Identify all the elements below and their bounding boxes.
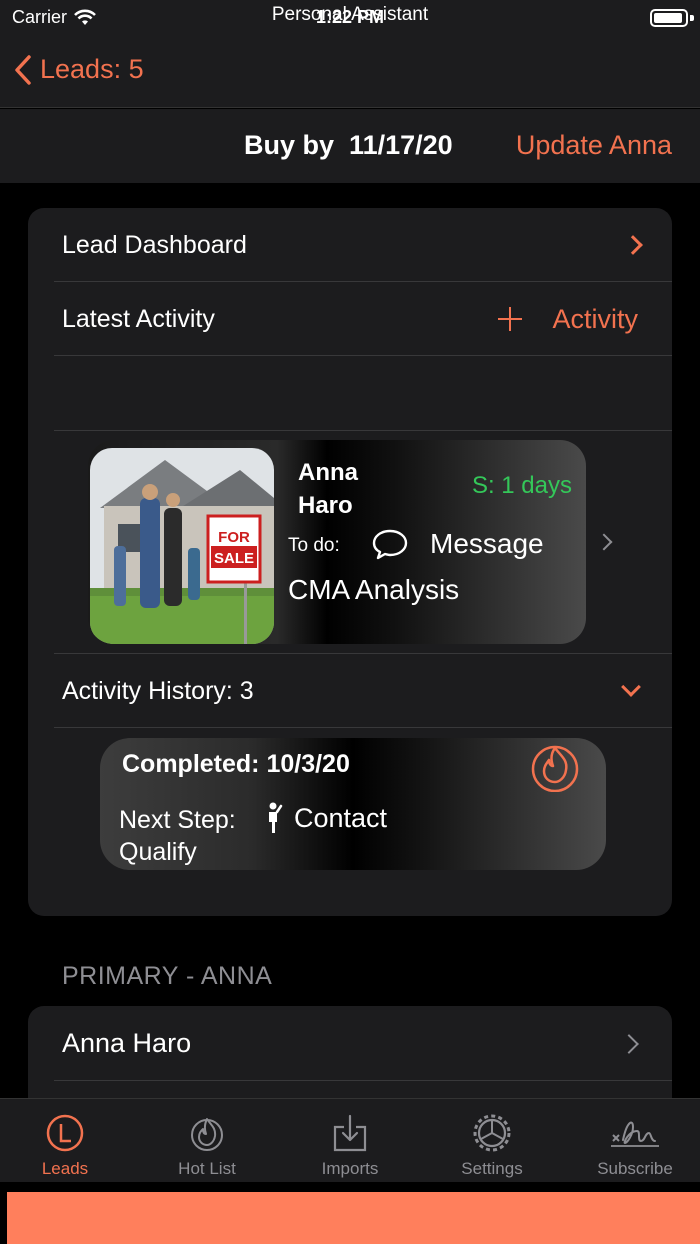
lead-name: Anna Haro	[298, 456, 358, 522]
todo-action: Message	[372, 528, 544, 560]
signature-icon	[611, 1121, 659, 1147]
lead-dashboard-row[interactable]: Lead Dashboard	[28, 208, 672, 282]
section-header: PRIMARY - ANNA	[62, 962, 273, 990]
tab-label: Leads	[41, 1159, 89, 1178]
tab-imports[interactable]: Imports	[285, 1113, 415, 1179]
personal-assistant-label: Personal Assistant	[271, 4, 429, 25]
divider	[54, 1080, 672, 1081]
message-bubble-icon	[372, 529, 408, 560]
tab-label: Subscribe	[597, 1159, 673, 1178]
chevron-down-icon	[621, 677, 641, 697]
contact-name: Anna Haro	[62, 1028, 192, 1058]
lead-header: Buy by 11/17/20 Update Anna	[0, 109, 700, 183]
latest-activity-label: Latest Activity	[62, 304, 215, 333]
import-icon	[333, 1114, 367, 1152]
lead-last-name: Haro	[298, 492, 353, 519]
tab-subscribe[interactable]: Subscribe	[570, 1113, 700, 1179]
tab-hot-list[interactable]: Hot List	[142, 1113, 272, 1179]
activity-history-item[interactable]: Completed: 10/3/20 Next Step: Contact Qu…	[100, 738, 606, 870]
plus-icon	[498, 307, 523, 331]
lead-stage: Qualify	[119, 838, 197, 866]
navigation-bar: Leads: 5	[0, 40, 700, 108]
tab-label: Settings	[461, 1159, 523, 1178]
next-step-action: Contact	[264, 802, 387, 834]
next-step-action-label: Contact	[294, 802, 388, 833]
buy-by-date: 11/17/20	[349, 130, 453, 160]
flame-icon	[191, 1118, 223, 1151]
lead-task: CMA Analysis	[288, 574, 460, 605]
person-standing-icon	[269, 802, 283, 833]
chevron-right-icon	[619, 1034, 639, 1054]
back-button-label: Leads: 5	[40, 54, 144, 84]
divider	[54, 727, 672, 728]
activity-history-label: Activity History: 3	[62, 676, 254, 705]
divider	[54, 355, 672, 356]
leads-icon	[46, 1114, 84, 1152]
add-activity-button[interactable]: Activity	[498, 304, 638, 335]
buy-by-text: Buy by 11/17/20	[244, 130, 453, 161]
todo-action-label: Message	[430, 528, 544, 559]
back-button[interactable]: Leads: 5	[14, 54, 144, 85]
lead-first-name: Anna	[298, 459, 358, 486]
svg-text:SALE: SALE	[214, 550, 254, 567]
completed-date: Completed: 10/3/20	[122, 750, 350, 778]
lead-card-group: Lead Dashboard Latest Activity Activity	[28, 208, 672, 916]
tab-label: Imports	[321, 1159, 379, 1178]
latest-activity-card[interactable]: FOR SALE Anna Haro S: 1 days To do: Mess…	[88, 440, 586, 644]
personal-assistant-button[interactable]	[7, 1192, 700, 1244]
update-lead-button[interactable]: Update Anna	[516, 130, 672, 161]
tab-bar: Leads Hot List Imports Settings Subscrib…	[0, 1098, 700, 1182]
primary-contact-row[interactable]: Anna Haro	[28, 1006, 672, 1098]
next-step-label: Next Step:	[119, 806, 236, 834]
lead-house-photo: FOR SALE	[90, 448, 274, 644]
lead-status-badge: S: 1 days	[471, 472, 572, 499]
tab-settings[interactable]: Settings	[427, 1113, 557, 1179]
latest-activity-row: Latest Activity Activity	[28, 282, 672, 356]
buy-by-label: Buy by	[244, 130, 335, 160]
chevron-right-icon	[595, 533, 613, 551]
chevron-left-icon	[15, 54, 31, 85]
flame-icon	[531, 745, 579, 792]
chevron-right-icon	[623, 235, 643, 255]
tab-leads[interactable]: Leads	[0, 1113, 130, 1179]
add-activity-label: Activity	[552, 303, 638, 334]
activity-history-row[interactable]: Activity History: 3	[28, 654, 672, 728]
lead-dashboard-label: Lead Dashboard	[62, 230, 247, 259]
todo-label: To do:	[288, 535, 340, 556]
tab-label: Hot List	[178, 1159, 236, 1178]
gear-icon	[473, 1114, 511, 1152]
divider	[54, 430, 672, 431]
svg-text:FOR: FOR	[218, 529, 250, 546]
